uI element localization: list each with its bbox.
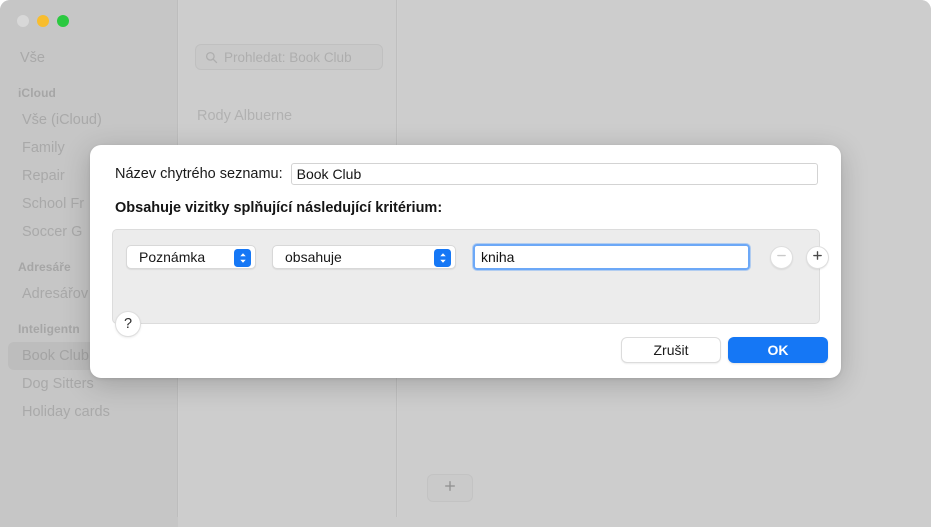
sidebar-item-label: Book Club xyxy=(22,348,89,364)
sidebar-section-label: Adresáře xyxy=(18,260,71,274)
plus-icon xyxy=(812,248,823,266)
help-button[interactable]: ? xyxy=(115,311,141,337)
sidebar-item-label: Repair xyxy=(22,168,65,184)
smart-list-name-label: Název chytrého seznamu: xyxy=(115,166,283,182)
cancel-button[interactable]: Zrušit xyxy=(621,337,721,363)
search-placeholder: Prohledat: Book Club xyxy=(224,50,352,65)
sidebar-item-label: Adresářov xyxy=(22,286,88,302)
remove-criterion-button[interactable] xyxy=(770,246,793,269)
sidebar-item-label: Soccer G xyxy=(22,224,82,240)
minus-icon xyxy=(776,248,787,266)
criterion-field-select[interactable]: Poznámka xyxy=(126,245,256,269)
add-criterion-button[interactable] xyxy=(806,246,829,269)
criteria-container: Poznámka obsahuje xyxy=(112,229,820,324)
close-window-button[interactable] xyxy=(17,15,29,27)
sidebar-item-label: Family xyxy=(22,140,65,156)
chevron-up-down-icon xyxy=(434,249,451,267)
question-mark-icon: ? xyxy=(124,316,132,332)
window-traffic-lights xyxy=(17,15,69,27)
sidebar-item-label: Dog Sitters xyxy=(22,376,94,392)
criterion-operator-value: obsahuje xyxy=(285,249,342,265)
sidebar-item-holiday-cards[interactable]: Holiday cards xyxy=(0,398,178,426)
add-card-button[interactable] xyxy=(427,474,473,502)
sidebar-item-label: Vše (iCloud) xyxy=(22,112,102,128)
smart-list-dialog: Název chytrého seznamu: Obsahuje vizitky… xyxy=(90,145,841,378)
sidebar-item-vse[interactable]: Vše xyxy=(0,44,178,72)
criteria-description-label: Obsahuje vizitky splňující následující k… xyxy=(115,200,442,216)
sidebar-section-label: iCloud xyxy=(18,86,56,100)
zoom-window-button[interactable] xyxy=(57,15,69,27)
ok-button[interactable]: OK xyxy=(728,337,828,363)
sidebar-section-icloud: iCloud xyxy=(0,80,178,106)
smart-list-name-input[interactable] xyxy=(291,163,818,185)
cancel-button-label: Zrušit xyxy=(654,342,689,358)
minimize-window-button[interactable] xyxy=(37,15,49,27)
chevron-up-down-icon xyxy=(234,249,251,267)
sidebar-item-vse-icloud[interactable]: Vše (iCloud) xyxy=(0,106,178,134)
criterion-field-value: Poznámka xyxy=(139,249,205,265)
sidebar-item-label: Holiday cards xyxy=(22,404,110,420)
smart-list-name-row: Název chytrého seznamu: xyxy=(115,163,818,185)
ok-button-label: OK xyxy=(768,342,789,358)
criterion-operator-select[interactable]: obsahuje xyxy=(272,245,456,269)
list-item[interactable]: Rody Albuerne xyxy=(197,108,292,124)
sidebar-item-label: Vše xyxy=(20,50,45,66)
window-bottom-edge-sidebar xyxy=(0,517,178,527)
sidebar-section-label: Inteligentn xyxy=(18,322,80,336)
search-icon xyxy=(205,51,218,64)
window-bottom-edge xyxy=(0,517,931,527)
sidebar-spacer xyxy=(0,72,178,80)
contact-name: Rody Albuerne xyxy=(197,108,292,124)
plus-icon xyxy=(443,479,457,498)
sidebar-item-label: School Fr xyxy=(22,196,84,212)
search-input[interactable]: Prohledat: Book Club xyxy=(195,44,383,70)
criterion-row: Poznámka obsahuje xyxy=(126,245,829,269)
criterion-value-input[interactable] xyxy=(473,244,750,270)
